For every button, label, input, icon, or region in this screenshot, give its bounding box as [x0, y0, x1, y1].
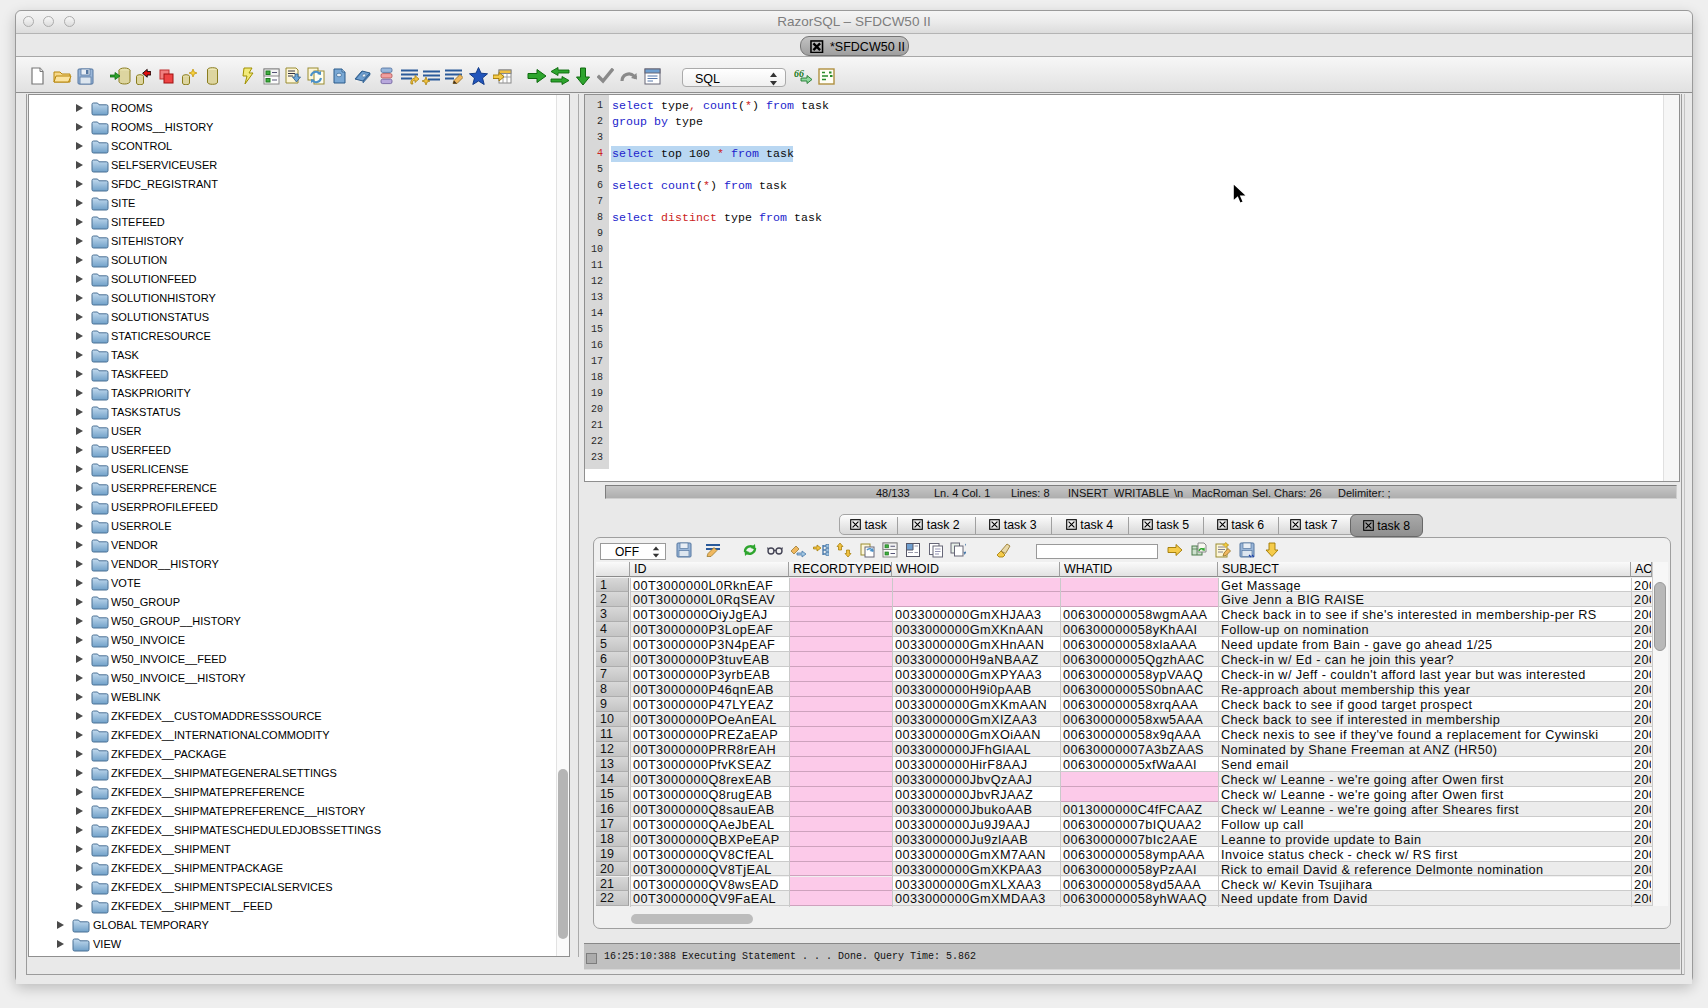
- svg-text:66: 66: [794, 68, 804, 79]
